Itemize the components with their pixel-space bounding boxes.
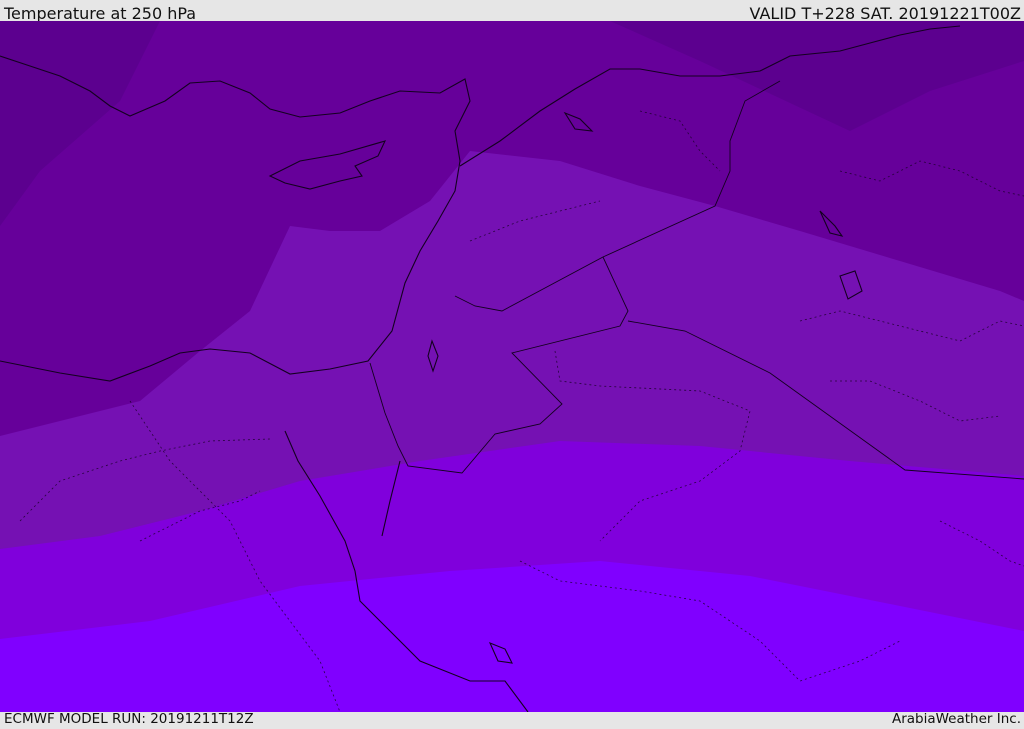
model-run-label: ECMWF MODEL RUN: 20191211T12Z xyxy=(4,711,254,727)
footer-bar: ECMWF MODEL RUN: 20191211T12Z ArabiaWeat… xyxy=(0,712,1024,729)
credit-label: ArabiaWeather Inc. xyxy=(891,711,1021,727)
header-bar: Temperature at 250 hPa VALID T+228 SAT. … xyxy=(0,0,1024,23)
temperature-map xyxy=(0,21,1024,712)
valid-time-label: VALID T+228 SAT. 20191221T00Z xyxy=(749,4,1021,23)
map-title: Temperature at 250 hPa xyxy=(4,4,197,23)
